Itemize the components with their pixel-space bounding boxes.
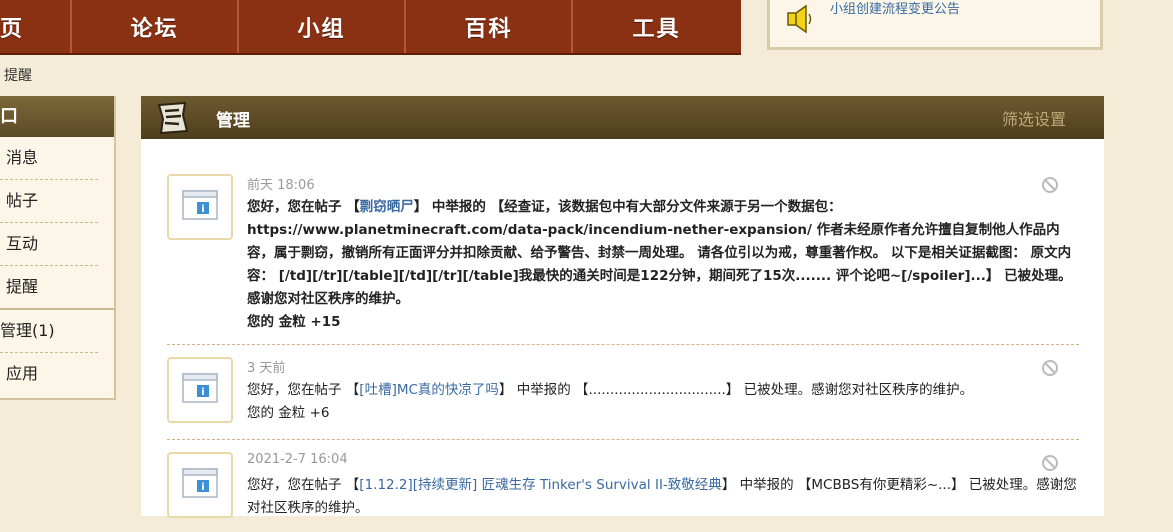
nav-item-tools[interactable]: 工具 — [573, 0, 740, 53]
announcement-link[interactable]: 小组创建流程变更公告 — [830, 0, 960, 17]
svg-text:i: i — [201, 387, 204, 398]
ignore-icon[interactable] — [1041, 359, 1059, 381]
notification-body: 您好，您在帖子 【[吐槽]MC真的快凉了吗】 中举报的 【...........… — [247, 379, 1077, 425]
notification-panel: 管理 筛选设置 i 前天 18:06 您好，您在帖子 【剽窃晒尸】 中举报的 【… — [141, 96, 1104, 518]
top-nav: 页 论坛 小组 百科 工具 — [0, 0, 741, 55]
notification-time: 2021-2-7 16:04 — [247, 452, 348, 467]
sidebar-item-posts[interactable]: 帖子 — [0, 180, 98, 223]
notification-text: 您好，您在帖子 【 — [247, 199, 360, 215]
notice-card-icon: i — [167, 357, 233, 423]
notice-card-icon: i — [167, 174, 233, 240]
notification-body: 您好，您在帖子 【[1.12.2][持续更新] 匠魂生存 Tinker's Su… — [247, 474, 1077, 520]
thread-link[interactable]: 剽窃晒尸 — [360, 199, 414, 215]
announcement-box: 小组创建流程变更公告 — [767, 0, 1103, 50]
admin-badge-icon — [153, 99, 193, 141]
nav-item-groups[interactable]: 小组 — [239, 0, 406, 53]
notification-body: 您好，您在帖子 【剽窃晒尸】 中举报的 【经查证，该数据包中有大部分文件来源于另… — [247, 196, 1077, 334]
ignore-icon[interactable] — [1041, 176, 1059, 198]
nav-item-forum[interactable]: 论坛 — [72, 0, 239, 53]
sidebar-header: 口 — [0, 96, 114, 137]
reward-text: 您的 金粒 +15 — [247, 314, 341, 330]
thread-link[interactable]: [吐槽]MC真的快凉了吗 — [359, 382, 499, 398]
breadcrumb[interactable]: 提醒 — [4, 65, 32, 85]
nav-item-home[interactable]: 页 — [0, 0, 72, 53]
panel-title: 管理 — [216, 111, 250, 131]
sidebar-item-interactions[interactable]: 互动 — [0, 223, 98, 266]
ignore-icon[interactable] — [1041, 454, 1059, 476]
notification-item: i 3 天前 您好，您在帖子 【[吐槽]MC真的快凉了吗】 中举报的 【....… — [167, 357, 1079, 440]
notification-time: 3 天前 — [247, 361, 286, 376]
thread-link[interactable]: [1.12.2][持续更新] 匠魂生存 Tinker's Survival II… — [359, 477, 722, 493]
notice-card-icon: i — [167, 452, 233, 518]
reward-text: 您的 金粒 +6 — [247, 405, 330, 421]
sidebar-item-apps[interactable]: 应用 — [0, 353, 98, 395]
notification-text: 您好，您在帖子 【 — [247, 382, 360, 398]
notification-time: 前天 18:06 — [247, 178, 315, 193]
sidebar-item-management[interactable]: 管理(1) — [0, 310, 98, 353]
filter-settings-link[interactable]: 筛选设置 — [1002, 106, 1066, 130]
svg-text:i: i — [201, 204, 204, 215]
svg-text:i: i — [201, 482, 204, 493]
sidebar-item-messages[interactable]: 消息 — [0, 137, 98, 180]
notification-text: 您好，您在帖子 【 — [247, 477, 360, 493]
speaker-icon — [784, 2, 816, 40]
notification-text: 】 中举报的 【经查证，该数据包中有大部分文件来源于另一个数据包： https:… — [247, 199, 1072, 307]
panel-header: 管理 筛选设置 — [141, 96, 1104, 139]
sidebar: 口 消息 帖子 互动 提醒 管理(1) 应用 — [0, 96, 116, 400]
sidebar-item-reminders[interactable]: 提醒 — [0, 266, 114, 310]
notification-item: i 前天 18:06 您好，您在帖子 【剽窃晒尸】 中举报的 【经查证，该数据包… — [167, 174, 1079, 345]
nav-item-wiki[interactable]: 百科 — [406, 0, 573, 53]
notification-text: 】 中举报的 【................................… — [498, 382, 974, 398]
notification-item: i 2021-2-7 16:04 您好，您在帖子 【[1.12.2][持续更新]… — [167, 452, 1079, 532]
